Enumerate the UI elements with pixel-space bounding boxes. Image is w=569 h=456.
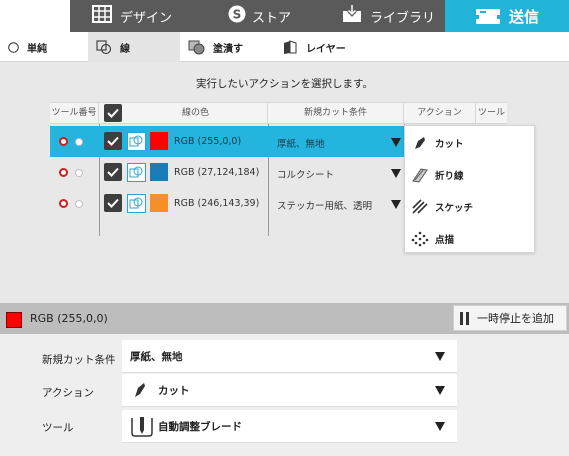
chevron-down-icon[interactable] [391,169,401,178]
cutter-send-icon [475,7,501,25]
tab-library[interactable]: ライブラリ [342,0,437,32]
row-checkbox[interactable] [104,132,122,150]
menu-item-cut-label: カット [435,139,464,150]
tool2-radio[interactable] [75,138,83,146]
subtab-layer-label: レイヤー [306,43,346,55]
subtab-line-label: 線 [120,43,130,55]
knife-icon [405,135,435,151]
rgb-value: RGB (246,143,39) [174,198,260,209]
header-tool-no: ツール番号 [50,103,99,124]
menu-item-fold[interactable]: 折り線 [405,159,534,191]
chevron-down-icon[interactable] [391,200,401,209]
header-tool: ツール [477,108,505,118]
chevron-down-icon [435,422,445,431]
library-download-icon [342,5,362,27]
properties-panel: 新規カット条件 厚紙、無地 アクション カット ツール 自動調整ブレード [0,334,569,456]
tool-select[interactable]: 自動調整ブレード [122,410,457,443]
tab-design[interactable]: デザイン [92,0,182,32]
add-pause-button[interactable]: 一時停止を追加 [453,305,567,331]
fill-icon [188,40,205,55]
tab-send-label: 送信 [508,7,539,26]
color-swatch [150,194,168,212]
pause-icon [460,311,469,325]
tab-send[interactable]: 送信 [445,0,569,32]
action-label: アクション [42,387,94,399]
tool1-radio[interactable] [59,137,68,146]
tool2-radio[interactable] [75,169,83,177]
cut-condition-value: ステッカー用紙、透明 [277,201,373,212]
table-row[interactable]: RGB (27,124,184) コルクシート [50,157,405,188]
blade-icon [130,416,154,441]
chevron-down-icon [435,352,445,361]
chevron-down-icon[interactable] [391,138,401,147]
shape-preview-icon [127,163,146,182]
menu-item-fold-label: 折り線 [435,171,464,182]
header-action: アクション [404,103,476,124]
radio-icon [8,41,19,53]
dots-icon [405,231,435,247]
tool1-radio[interactable] [59,168,68,177]
subtab-simple[interactable]: 単純 [0,32,88,62]
selected-color-swatch [6,312,22,328]
layer-icon [282,39,298,55]
fold-icon [405,167,435,183]
menu-item-stipple-label: 点描 [435,235,455,246]
action-select[interactable]: カット [122,374,457,407]
table-row[interactable]: RGB (246,143,39) ステッカー用紙、透明 [50,188,405,219]
sketch-icon [405,199,435,215]
sub-tabs: 単純 線 塗潰す レイヤー [0,32,569,62]
menu-item-sketch-label: スケッチ [435,203,474,214]
subtab-fill-label: 塗潰す [213,43,243,55]
shape-preview-icon [127,194,146,213]
top-nav: デザイン S ストア ライブラリ 送信 [0,0,569,32]
color-swatch [150,163,168,181]
row-checkbox[interactable] [104,163,122,181]
selected-rgb-label: RGB (255,0,0) [30,312,108,325]
grid-icon [92,5,112,27]
menu-item-cut[interactable]: カット [405,127,534,159]
add-pause-label: 一時停止を追加 [477,312,554,325]
action-dropdown-menu: カット 折り線 スケッチ 点描 [404,125,535,253]
table-row[interactable]: RGB (255,0,0) 厚紙、無地 [50,126,405,157]
row-checkbox[interactable] [104,194,122,212]
chevron-down-icon [435,386,445,395]
subtab-fill[interactable]: 塗潰す [180,32,272,62]
header-select-all[interactable] [99,103,124,124]
color-swatch [150,132,168,150]
shape-preview-icon [127,132,146,151]
store-s-icon: S [228,5,246,27]
action-select-value: カット [158,385,190,397]
cut-condition-label: 新規カット条件 [42,354,116,366]
tool2-radio[interactable] [75,200,83,208]
tab-store[interactable]: S ストア [228,0,308,32]
tab-store-label: ストア [252,10,292,26]
rgb-value: RGB (255,0,0) [174,136,242,147]
cut-condition-select[interactable]: 厚紙、無地 [122,340,457,373]
line-icon [96,39,112,55]
cut-condition-value: コルクシート [277,170,335,181]
tool-select-value: 自動調整ブレード [158,421,242,433]
subtab-simple-label: 単純 [27,43,47,55]
tool-label: ツール [42,422,74,434]
knife-icon [132,381,148,402]
instruction-text: 実行したいアクションを選択します。 [196,78,373,90]
svg-text:S: S [233,8,242,22]
tool1-radio[interactable] [59,199,68,208]
menu-item-sketch[interactable]: スケッチ [405,191,534,223]
cut-condition-value: 厚紙、無地 [277,139,325,150]
header-line-color: 線の色 [124,103,268,124]
cut-condition-select-value: 厚紙、無地 [130,351,183,363]
header-cut-condition: 新規カット条件 [268,103,404,124]
table-header: ツール番号 線の色 新規カット条件 アクション ツール [50,102,507,124]
menu-item-stipple[interactable]: 点描 [405,223,534,255]
tab-library-label: ライブラリ [370,10,436,26]
tab-design-label: デザイン [120,10,173,26]
subtab-line[interactable]: 線 [88,32,180,62]
rgb-value: RGB (27,124,184) [174,167,260,178]
subtab-layer[interactable]: レイヤー [272,32,382,62]
select-all-checkbox[interactable] [104,104,122,122]
